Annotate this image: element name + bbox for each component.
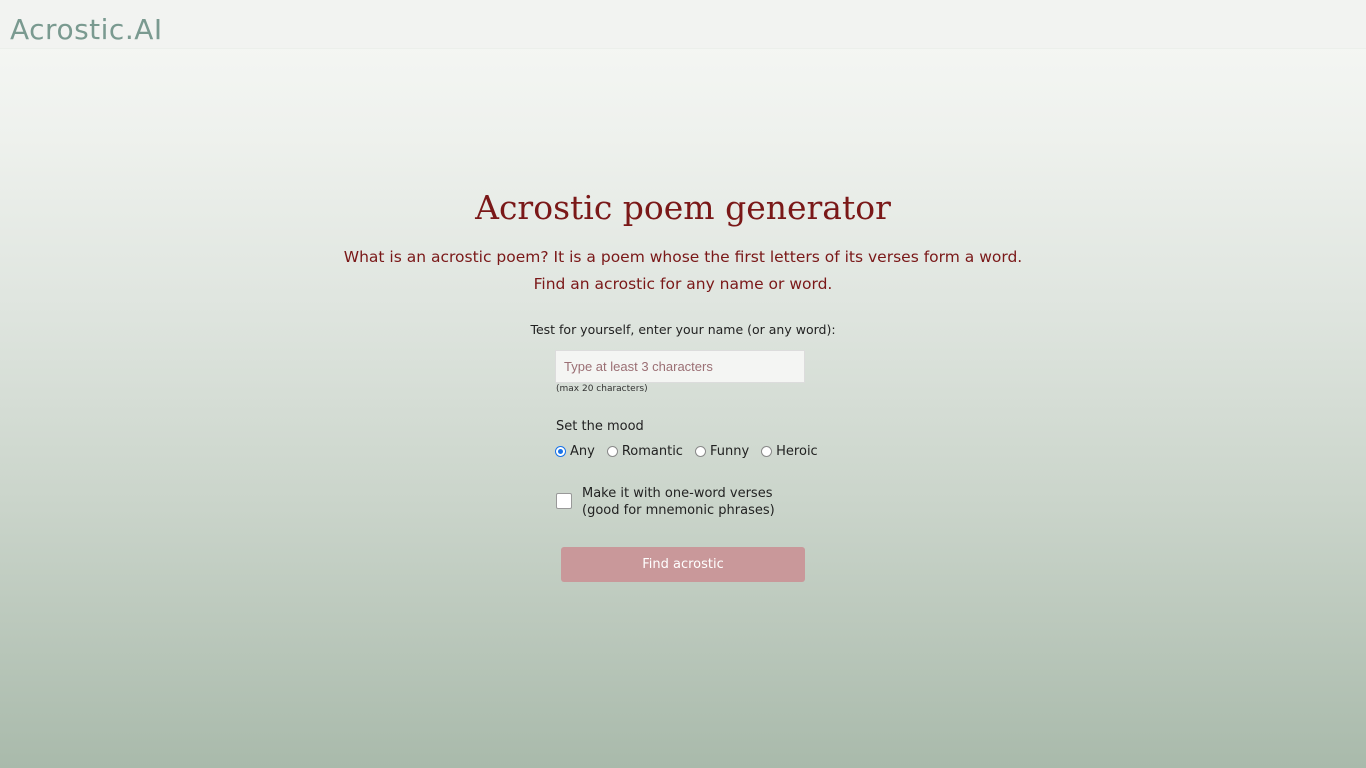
max-length-hint: (max 20 characters) bbox=[556, 384, 648, 394]
logo[interactable]: Acrostic.AI bbox=[10, 12, 163, 48]
name-prompt: Test for yourself, enter your name (or a… bbox=[530, 322, 836, 337]
intro-text: What is an acrostic poem? It is a poem w… bbox=[0, 244, 1366, 298]
radio-romantic[interactable] bbox=[606, 446, 618, 457]
mood-option-any[interactable]: Any bbox=[555, 444, 595, 459]
page-title: Acrostic poem generator bbox=[475, 188, 891, 227]
mood-option-label: Heroic bbox=[776, 444, 818, 459]
one-word-label-line-2: (good for mnemonic phrases) bbox=[582, 503, 775, 518]
find-acrostic-button[interactable]: Find acrostic bbox=[561, 547, 805, 582]
mood-option-label: Romantic bbox=[621, 444, 683, 459]
radio-any[interactable] bbox=[555, 446, 566, 457]
intro-line-2: Find an acrostic for any name or word. bbox=[533, 275, 833, 293]
one-word-checkbox[interactable] bbox=[556, 493, 572, 509]
name-input[interactable] bbox=[555, 350, 805, 383]
mood-option-romantic[interactable]: Romantic bbox=[606, 444, 683, 459]
mood-label: Set the mood bbox=[556, 419, 644, 434]
mood-option-label: Funny bbox=[709, 444, 750, 459]
intro-line-1: What is an acrostic poem? It is a poem w… bbox=[343, 248, 1023, 266]
one-word-label[interactable]: Make it with one-word verses (good for m… bbox=[582, 485, 775, 519]
radio-funny[interactable] bbox=[694, 446, 706, 457]
one-word-label-line-1: Make it with one-word verses bbox=[582, 486, 773, 501]
top-bar: Acrostic.AI bbox=[0, 0, 1366, 49]
radio-heroic[interactable] bbox=[761, 446, 773, 457]
mood-radio-group: Any Romantic Funny Heroic bbox=[555, 444, 830, 459]
mood-option-label: Any bbox=[570, 444, 595, 459]
mood-option-funny[interactable]: Funny bbox=[694, 444, 750, 459]
mood-option-heroic[interactable]: Heroic bbox=[761, 444, 818, 459]
